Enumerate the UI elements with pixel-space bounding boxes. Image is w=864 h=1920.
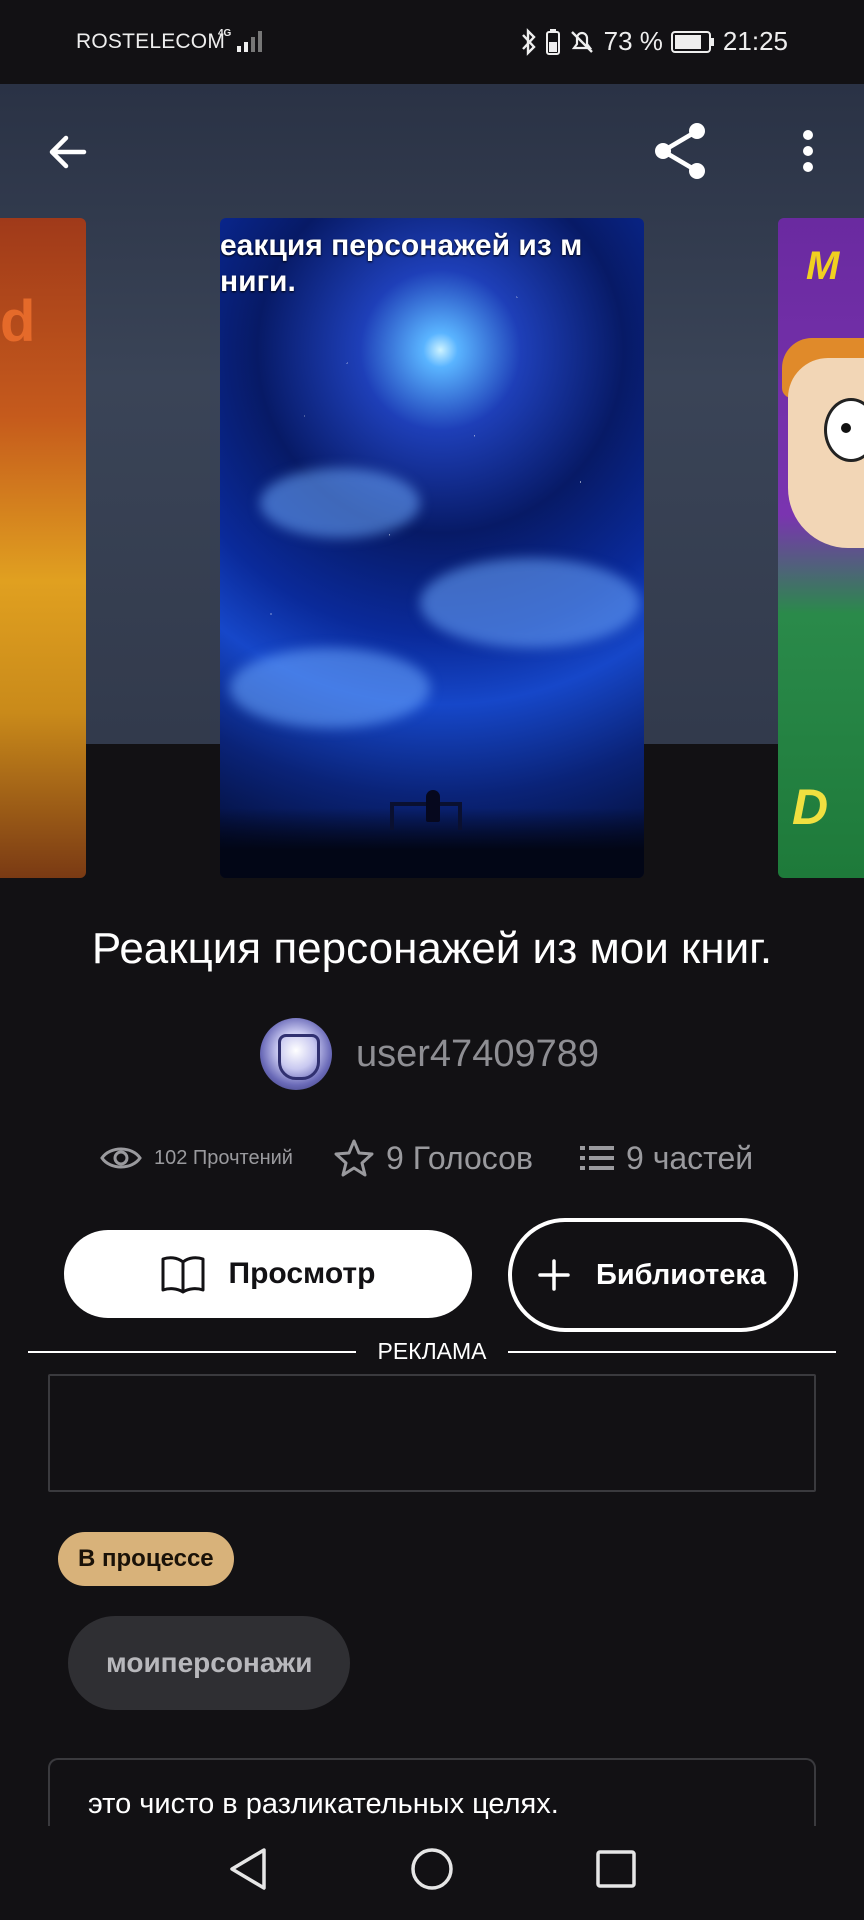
cloud-art bbox=[420, 558, 640, 648]
library-button-label: Библиотека bbox=[596, 1259, 767, 1291]
story-title: Реакция персонажей из мои книг. bbox=[91, 924, 773, 973]
cover-title: еакция персонажей из м ниги. bbox=[220, 229, 583, 298]
back-button[interactable] bbox=[40, 124, 96, 180]
network-type: 4G bbox=[218, 28, 232, 39]
person-art bbox=[426, 790, 440, 822]
avatar[interactable] bbox=[260, 1018, 332, 1090]
author-link[interactable]: user47409789 bbox=[260, 1018, 599, 1090]
book-open-icon bbox=[161, 1256, 205, 1294]
stat-parts[interactable]: 9 частей bbox=[580, 1130, 753, 1186]
description-text: это чисто в разликательных целях. bbox=[88, 1788, 559, 1820]
cover-next-letters-bottom: D bbox=[792, 779, 829, 835]
cover-prev-letter-art: d bbox=[0, 289, 36, 354]
cloud-art bbox=[230, 648, 430, 728]
cover-next[interactable]: M D bbox=[778, 218, 864, 878]
system-nav-bar bbox=[0, 1826, 864, 1920]
arrow-left-icon bbox=[49, 135, 87, 169]
status-bar: ROSTELECOM 4G 73 % 21:25 bbox=[0, 0, 864, 84]
more-vertical-icon bbox=[803, 130, 813, 172]
clock: 21:25 bbox=[722, 26, 788, 56]
stars-art bbox=[220, 218, 644, 878]
author-name[interactable]: user47409789 bbox=[356, 1033, 599, 1076]
ad-slot[interactable] bbox=[48, 1374, 816, 1492]
mute-bell-icon bbox=[570, 30, 593, 53]
plus-icon bbox=[538, 1259, 570, 1291]
list-icon bbox=[580, 1146, 614, 1170]
battery-saver-icon bbox=[545, 28, 560, 55]
cover-prev[interactable]: d bbox=[0, 218, 86, 878]
more-options-button[interactable] bbox=[788, 122, 828, 180]
star-icon bbox=[334, 1139, 374, 1177]
eye-icon bbox=[100, 1147, 142, 1169]
view-button-label: Просмотр bbox=[228, 1257, 376, 1290]
cloud-art bbox=[260, 468, 420, 538]
share-icon bbox=[655, 123, 705, 179]
nav-home-icon[interactable] bbox=[410, 1844, 454, 1894]
bluetooth-icon bbox=[521, 27, 536, 56]
add-to-library-button[interactable]: Библиотека bbox=[508, 1218, 798, 1332]
story-stats: 102 Прочтений 9 Голосов 9 частей bbox=[0, 1130, 864, 1186]
carrier-name: ROSTELECOM bbox=[76, 30, 226, 53]
ad-label: РЕКЛАМА bbox=[377, 1338, 487, 1364]
battery-percent: 73 % bbox=[603, 26, 663, 56]
view-button[interactable]: Просмотр bbox=[64, 1230, 472, 1318]
battery-icon bbox=[670, 30, 714, 53]
cover-current[interactable]: еакция персонажей из м ниги. bbox=[220, 218, 644, 878]
share-button[interactable] bbox=[648, 118, 714, 184]
nav-recents-icon[interactable] bbox=[594, 1844, 638, 1894]
stat-reads: 102 Прочтений bbox=[100, 1130, 293, 1186]
parts-count: 9 частей bbox=[626, 1139, 754, 1176]
votes-count: 9 Голосов bbox=[386, 1139, 533, 1176]
cover-next-letters-top: M bbox=[806, 244, 840, 288]
tag-chip[interactable]: моиперсонажи bbox=[68, 1616, 351, 1710]
nav-back-icon[interactable] bbox=[226, 1844, 270, 1894]
signal-icon bbox=[237, 31, 262, 52]
status-badge: В процессе bbox=[58, 1532, 234, 1586]
reads-count: 102 Прочтений bbox=[154, 1146, 293, 1169]
stat-votes: 9 Голосов bbox=[334, 1130, 533, 1186]
